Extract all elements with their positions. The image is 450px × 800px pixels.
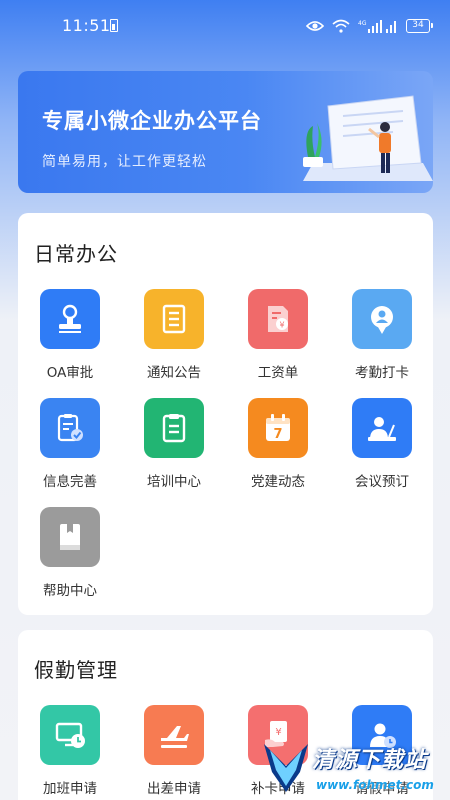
status-icons: 4G 34 [306,15,433,37]
tile-help[interactable]: 帮助中心 [18,507,122,607]
salary-icon: ¥ [248,289,308,349]
eye-icon [306,21,324,31]
clipboard-icon [144,398,204,458]
section-title-leave: 假勤管理 [34,658,118,682]
svg-text:¥: ¥ [279,321,284,330]
tile-label: OA审批 [46,365,94,381]
promo-banner[interactable]: 专属小微企业办公平台 简单易用，让工作更轻松 [18,71,433,193]
status-time: 11:51 [62,16,111,35]
tile-label: 考勤打卡 [355,365,409,381]
tile-notice[interactable]: 通知公告 [122,289,226,389]
tile-label: 通知公告 [147,365,201,381]
calendar-icon: 7 [248,398,308,458]
tile-label: 党建动态 [251,474,305,490]
daily-office-card: 日常办公 OA审批 通知公告 ¥ 工资单 考勤打卡 信息完善 培训中心 7 党建… [18,213,433,615]
tile-oa-approval[interactable]: OA审批 [18,289,122,389]
sim-card-icon [110,19,118,32]
stamp-icon [40,289,100,349]
watermark-text: 清源下载站 [312,748,428,773]
overtime-icon [40,705,100,765]
tile-label: 会议预订 [355,474,409,490]
tile-training[interactable]: 培训中心 [122,398,226,498]
status-bar: 11:51 4G 34 [0,0,450,52]
tile-attendance[interactable]: 考勤打卡 [330,289,434,389]
section-title-daily: 日常办公 [34,242,118,266]
banner-subtitle: 简单易用，让工作更轻松 [42,154,207,170]
tile-label: 信息完善 [43,474,97,490]
tile-label: 帮助中心 [43,583,97,599]
network-type: 4G [358,20,367,27]
watermark-url: www.fohmet.com [316,778,434,792]
banner-title: 专属小微企业办公平台 [42,109,262,133]
notice-icon [144,289,204,349]
info-check-icon [40,398,100,458]
wifi-icon [332,19,350,33]
office-illustration-icon [303,95,433,181]
tile-party-news[interactable]: 7 党建动态 [226,398,330,498]
battery-icon: 34 [406,19,433,33]
watermark-logo-icon [264,744,308,792]
tile-meeting[interactable]: 会议预订 [330,398,434,498]
tile-salary[interactable]: ¥ 工资单 [226,289,330,389]
tile-business-trip[interactable]: 出差申请 [122,705,226,800]
plane-icon [144,705,204,765]
book-icon [40,507,100,567]
tile-label: 出差申请 [147,781,201,797]
location-icon [352,289,412,349]
svg-text:7: 7 [273,427,282,442]
signal-icon: 4G [358,20,396,33]
meeting-icon [352,398,412,458]
tile-info-complete[interactable]: 信息完善 [18,398,122,498]
tile-label: 加班申请 [43,781,97,797]
tile-label: 培训中心 [147,474,201,490]
site-watermark: 清源下载站 www.fohmet.com [256,732,450,800]
tile-label: 工资单 [257,365,299,381]
tile-overtime[interactable]: 加班申请 [18,705,122,800]
